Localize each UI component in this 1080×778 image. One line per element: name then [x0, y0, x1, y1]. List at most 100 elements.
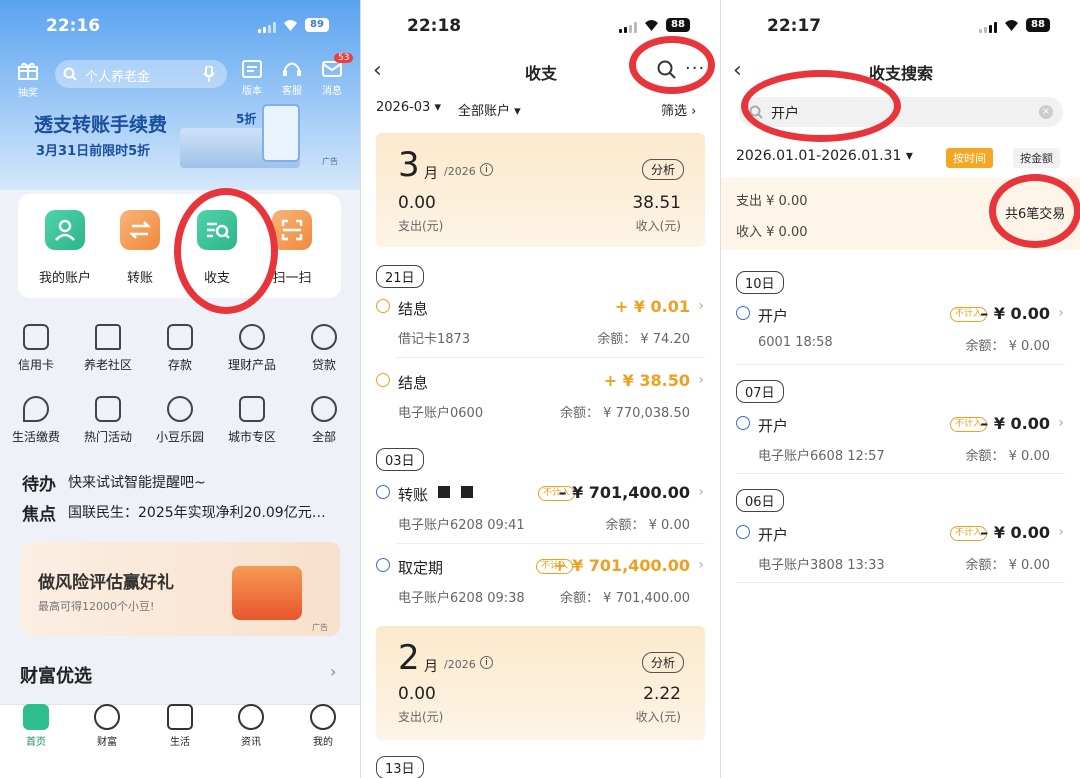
grid-label: 全部: [311, 430, 336, 444]
info-icon[interactable]: i: [480, 656, 493, 669]
wifi-icon: [284, 20, 297, 31]
home-screen: 22:16 89 抽奖 个人养老金 版本 客服 消息 53 透支转账手续费 3月…: [0, 0, 360, 778]
tx-balance: 余额： ¥ 701,400.00: [560, 591, 690, 606]
analyze-button[interactable]: 分析: [642, 159, 685, 180]
day-badge: 21日: [376, 265, 424, 288]
income-label: 收入(元): [635, 710, 681, 724]
transaction-row[interactable]: 结息 + ¥ 0.01 › 借记卡1873 余额： ¥ 74.20: [376, 296, 706, 354]
transaction-row[interactable]: 开户 不计入 – ¥ 0.00 › 6001 18:58 余额： ¥ 0.00: [736, 303, 1066, 361]
bean-icon: [167, 396, 193, 422]
income-label: 收入(元): [635, 219, 681, 233]
grid-utilities[interactable]: 生活缴费: [0, 396, 72, 445]
expense-label: 支出(元): [398, 710, 444, 724]
version-label: 版本: [242, 86, 262, 97]
expense-amount: 0.00: [398, 193, 436, 213]
search-input[interactable]: 个人养老金: [55, 60, 227, 88]
clock: 22:17: [767, 16, 822, 36]
quick-my-account[interactable]: 我的账户: [25, 210, 105, 290]
tx-amount: – ¥ 0.00: [980, 523, 1050, 542]
transaction-row[interactable]: 转账 不计入 – ¥ 701,400.00 › 电子账户6208 09:41 余…: [376, 482, 706, 540]
divider: [396, 543, 705, 544]
grid-bean-park[interactable]: 小豆乐园: [144, 396, 216, 445]
divider: [736, 364, 1065, 365]
grid-credit-card[interactable]: 信用卡: [0, 324, 72, 373]
day-badge: 13日: [376, 756, 424, 778]
quick-label: 转账: [126, 271, 153, 286]
quick-transfer[interactable]: 转账: [100, 210, 180, 290]
tx-name: 转账: [398, 486, 429, 504]
promo-banner[interactable]: 透支转账手续费 3月31日前限时5折 5折 广告: [0, 98, 360, 178]
tx-amount: – ¥ 0.00: [980, 304, 1050, 323]
tab-wealth[interactable]: 财富: [81, 704, 133, 748]
tx-account: 电子账户0600: [398, 406, 484, 421]
income-amount: 38.51: [632, 193, 681, 213]
chevron-right-icon: ›: [698, 484, 704, 500]
chevron-right-icon: ›: [1058, 524, 1064, 540]
yuan-icon: [94, 704, 120, 730]
search-icon: [63, 67, 77, 81]
divider: [736, 582, 1065, 583]
house-icon: [95, 324, 121, 350]
credit-card-icon: [23, 324, 49, 350]
year-label: /2026: [444, 658, 476, 671]
date-range-filter[interactable]: 2026.01.01-2026.01.31 ▾: [736, 148, 913, 164]
grid-loan[interactable]: 贷款: [288, 324, 360, 373]
clear-icon[interactable]: ×: [1039, 105, 1053, 119]
tx-name: 结息: [398, 300, 429, 318]
day-badge: 07日: [736, 380, 784, 403]
grid-label: 贷款: [311, 358, 336, 372]
version-button[interactable]: 版本: [238, 60, 266, 97]
transaction-row[interactable]: 开户 不计入 – ¥ 0.00 › 电子账户6608 12:57 余额： ¥ 0…: [736, 413, 1066, 471]
promo-subtitle: 最高可得12000个小豆!: [38, 600, 155, 613]
microphone-icon[interactable]: [203, 66, 215, 82]
service-button[interactable]: 客服: [278, 60, 306, 97]
month-filter[interactable]: 2026-03 ▾: [376, 100, 441, 115]
lottery-button[interactable]: 抽奖: [14, 60, 42, 99]
info-icon[interactable]: i: [480, 163, 493, 176]
analyze-button[interactable]: 分析: [642, 652, 685, 673]
tab-me[interactable]: 我的: [297, 704, 349, 748]
tx-account: 电子账户6208 09:38: [398, 591, 525, 606]
filter-button[interactable]: 筛选 ›: [661, 100, 696, 119]
status-bar: 22:16 89: [0, 0, 360, 48]
chevron-right-icon: ›: [698, 557, 704, 573]
transaction-row[interactable]: 结息 + ¥ 38.50 › 电子账户0600 余额： ¥ 770,038.50: [376, 370, 706, 428]
grid-all[interactable]: 全部: [288, 396, 360, 445]
tx-amount: – ¥ 701,400.00: [558, 483, 691, 502]
building-icon: [239, 396, 265, 422]
messages-button[interactable]: 消息: [318, 60, 346, 97]
grid-elderly-community[interactable]: 养老社区: [72, 324, 144, 373]
chevron-right-icon: ›: [698, 372, 704, 388]
planet-icon: [238, 704, 264, 730]
tx-name: 取定期: [398, 559, 444, 577]
year-label: /2026: [444, 165, 476, 178]
sort-by-time-button[interactable]: 按时间: [946, 148, 993, 168]
grid-label: 养老社区: [83, 358, 132, 372]
wifi-icon: [1005, 20, 1018, 31]
grid-wealth-products[interactable]: 理财产品: [216, 324, 288, 373]
todo-label: 待办: [22, 475, 56, 495]
tab-news[interactable]: 资讯: [225, 704, 277, 748]
grid-label: 理财产品: [227, 358, 276, 372]
transaction-row[interactable]: 取定期 不计入 + ¥ 701,400.00 › 电子账户6208 09:38 …: [376, 555, 706, 613]
account-value: 全部账户: [458, 104, 511, 119]
withdraw-icon: [376, 558, 390, 572]
chevron-right-icon[interactable]: ›: [330, 662, 336, 681]
tab-label: 财富: [97, 737, 117, 748]
risk-assessment-promo[interactable]: 做风险评估赢好礼 最高可得12000个小豆! 广告: [20, 542, 340, 636]
sort-by-amount-button[interactable]: 按金额: [1013, 148, 1060, 168]
tx-balance: 余额： ¥ 770,038.50: [560, 406, 690, 421]
tab-home[interactable]: 首页: [10, 704, 62, 748]
home-icon: [23, 704, 49, 730]
transaction-row[interactable]: 开户 不计入 – ¥ 0.00 › 电子账户3808 13:33 余额： ¥ 0…: [736, 522, 1066, 580]
grid-hot-events[interactable]: 热门活动: [72, 396, 144, 445]
tab-life[interactable]: 生活: [154, 704, 206, 748]
grid-city-zone[interactable]: 城市专区: [216, 396, 288, 445]
transfer-icon: [120, 210, 160, 250]
chevron-right-icon: ›: [698, 298, 704, 314]
todo-text[interactable]: 快来试试智能提醒吧~: [68, 472, 206, 492]
focus-text[interactable]: 国联民生：2025年实现净利20.09亿元…: [68, 502, 326, 522]
grid-deposit[interactable]: 存款: [144, 324, 216, 373]
account-filter[interactable]: 全部账户 ▾: [458, 100, 521, 119]
grid-label: 信用卡: [17, 358, 54, 372]
